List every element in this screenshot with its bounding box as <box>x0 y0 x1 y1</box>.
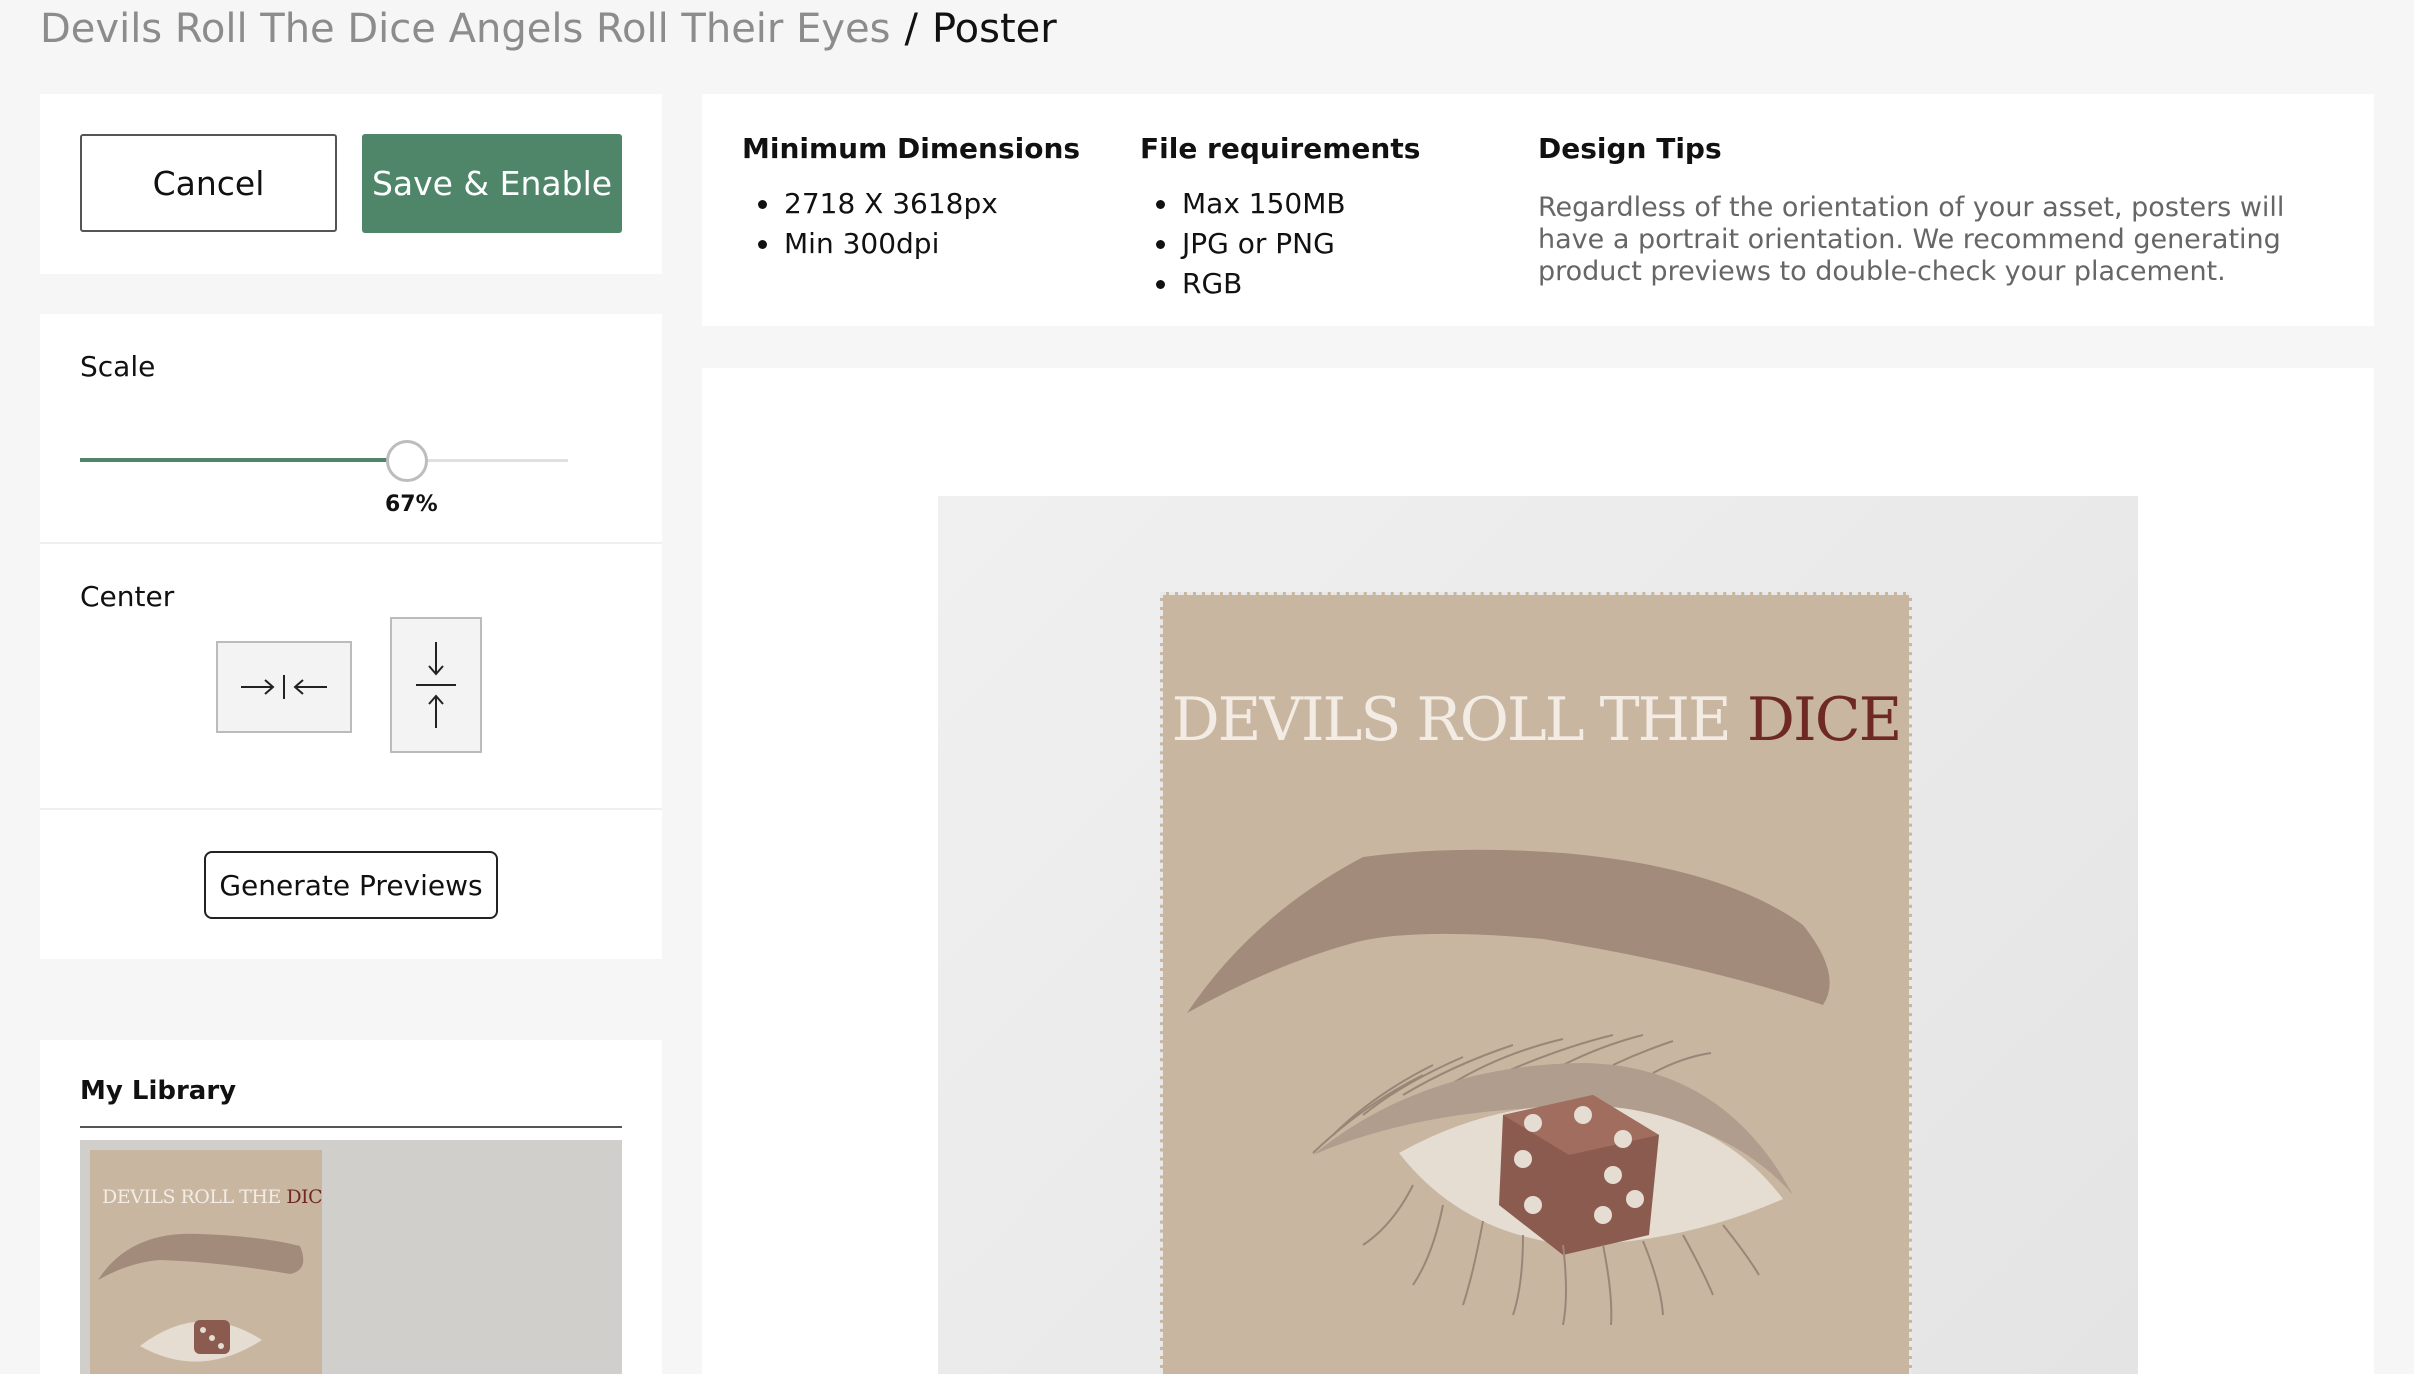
list-item: RGB <box>1180 264 1346 304</box>
center-horizontal-icon <box>241 675 327 699</box>
scale-label: Scale <box>80 350 156 383</box>
list-item: Max 150MB <box>1180 184 1346 224</box>
center-horizontal-button[interactable] <box>216 641 352 733</box>
poster-illustration <box>1187 849 1830 1326</box>
section-divider <box>40 808 662 810</box>
center-vertical-button[interactable] <box>390 617 482 753</box>
generate-previews-button[interactable]: Generate Previews <box>204 851 498 919</box>
list-item: Min 300dpi <box>782 224 998 264</box>
save-enable-button[interactable]: Save & Enable <box>362 134 622 233</box>
poster-artwork[interactable]: DEVILS ROLL THE DICE <box>1160 592 1912 1374</box>
scale-value: 67% <box>384 492 438 517</box>
library-thumbnail[interactable]: DEVILS ROLL THE DICE <box>90 1150 322 1374</box>
center-label: Center <box>80 580 175 613</box>
page-title: Poster <box>931 6 1057 52</box>
library-divider <box>80 1126 622 1128</box>
breadcrumb-parent-link[interactable]: Devils Roll The Dice Angels Roll Their E… <box>40 6 890 52</box>
list-item: 2718 X 3618px <box>782 184 998 224</box>
breadcrumb: Devils Roll The Dice Angels Roll Their E… <box>40 4 1057 54</box>
scale-slider-fill <box>80 458 407 462</box>
file-requirements-list: Max 150MB JPG or PNG RGB <box>1140 184 1346 304</box>
cancel-button[interactable]: Cancel <box>80 134 337 232</box>
section-divider <box>40 542 662 544</box>
list-item: JPG or PNG <box>1180 224 1346 264</box>
file-requirements-title: File requirements <box>1140 132 1421 165</box>
center-vertical-icon <box>416 642 456 728</box>
library-grid: DEVILS ROLL THE DICE <box>80 1140 622 1374</box>
library-title: My Library <box>80 1076 237 1106</box>
min-dimensions-list: 2718 X 3618px Min 300dpi <box>742 184 998 264</box>
design-tips-title: Design Tips <box>1538 132 1722 165</box>
design-tips-text: Regardless of the orientation of your as… <box>1538 192 2285 287</box>
min-dimensions-title: Minimum Dimensions <box>742 132 1081 165</box>
thumb-artwork <box>98 1233 304 1362</box>
scale-slider-thumb[interactable] <box>385 440 428 482</box>
breadcrumb-separator: / <box>904 6 918 52</box>
